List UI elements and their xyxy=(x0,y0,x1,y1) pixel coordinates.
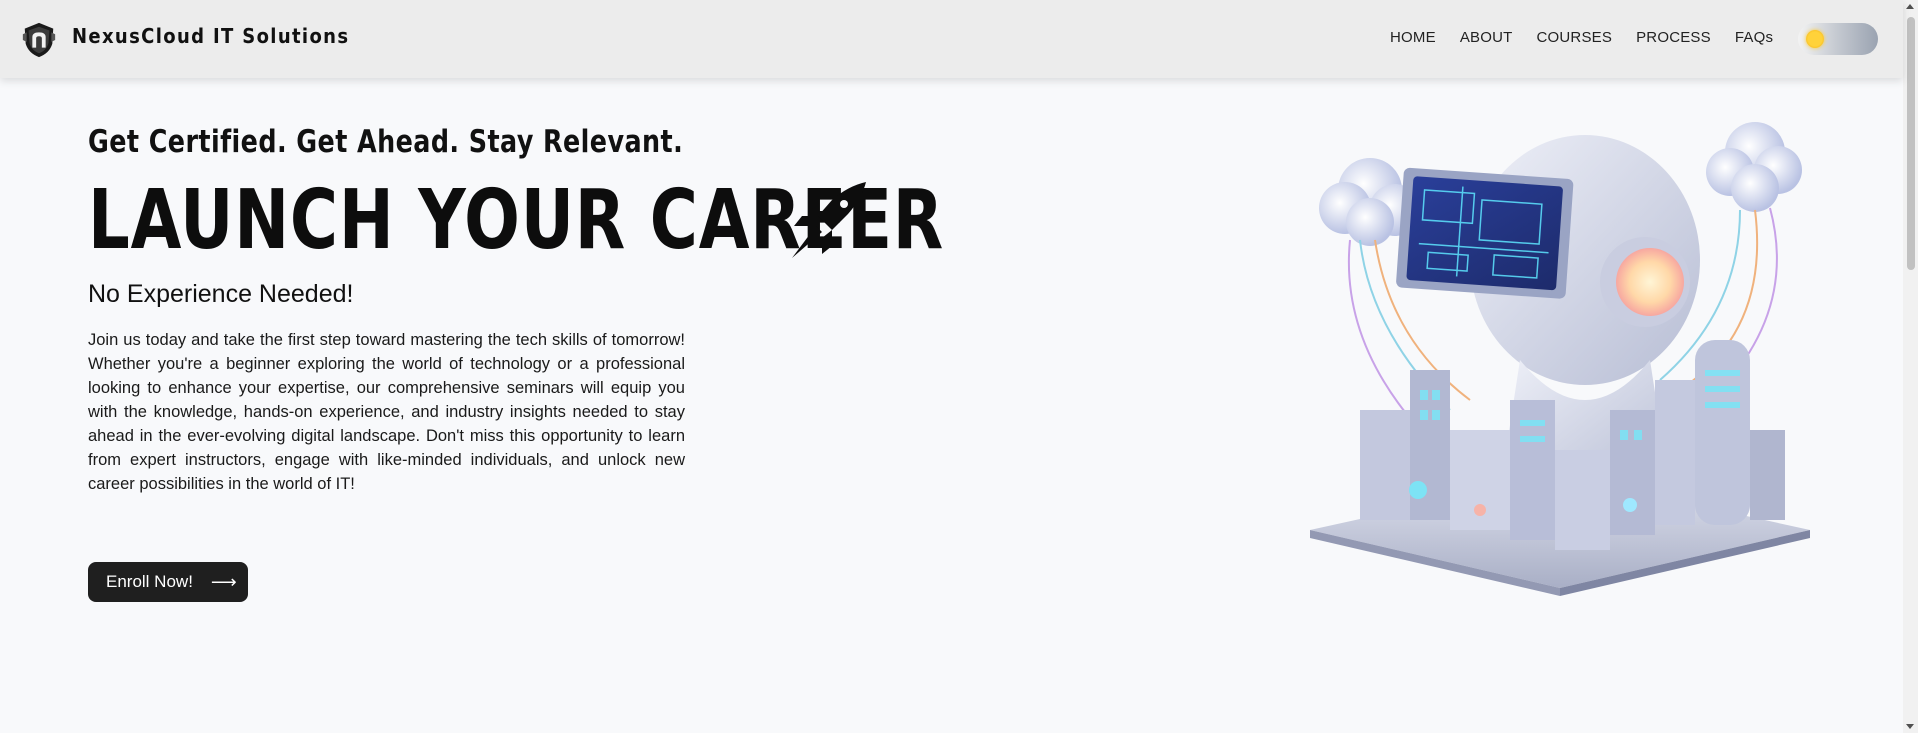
hero-tagline: Get Certified. Get Ahead. Stay Relevant. xyxy=(88,124,684,160)
page-scrollbar[interactable] xyxy=(1903,0,1918,733)
nav-faqs[interactable]: FAQs xyxy=(1735,29,1773,46)
hero-subhead: No Experience Needed! xyxy=(88,280,354,308)
cloud-right xyxy=(1706,122,1802,212)
futuristic-city-illustration xyxy=(1310,122,1810,596)
nav-home[interactable]: HOME xyxy=(1390,29,1436,46)
shield-logo-icon[interactable] xyxy=(20,21,58,59)
nav-process[interactable]: PROCESS xyxy=(1636,29,1711,46)
scrollbar-thumb[interactable] xyxy=(1907,17,1915,270)
brand-name[interactable]: NexusCloud IT Solutions xyxy=(72,24,349,48)
hero-description: Join us today and take the first step to… xyxy=(88,331,685,493)
enroll-now-button[interactable]: Enroll Now! ⟶ xyxy=(88,562,248,602)
arrow-right-icon: ⟶ xyxy=(210,571,237,592)
sun-icon xyxy=(1806,30,1824,48)
main-nav: HOME ABOUT COURSES PROCESS FAQs xyxy=(1390,29,1773,46)
rocket-icon xyxy=(792,182,866,258)
enroll-now-label: Enroll Now! xyxy=(106,572,193,591)
site-header: NexusCloud IT Solutions HOME ABOUT COURS… xyxy=(0,0,1903,78)
nav-courses[interactable]: COURSES xyxy=(1537,29,1613,46)
scroll-down-arrow-icon[interactable] xyxy=(1906,724,1914,729)
nav-about[interactable]: ABOUT xyxy=(1460,29,1513,46)
theme-toggle[interactable] xyxy=(1798,23,1878,55)
scroll-up-arrow-icon[interactable] xyxy=(1906,4,1914,9)
